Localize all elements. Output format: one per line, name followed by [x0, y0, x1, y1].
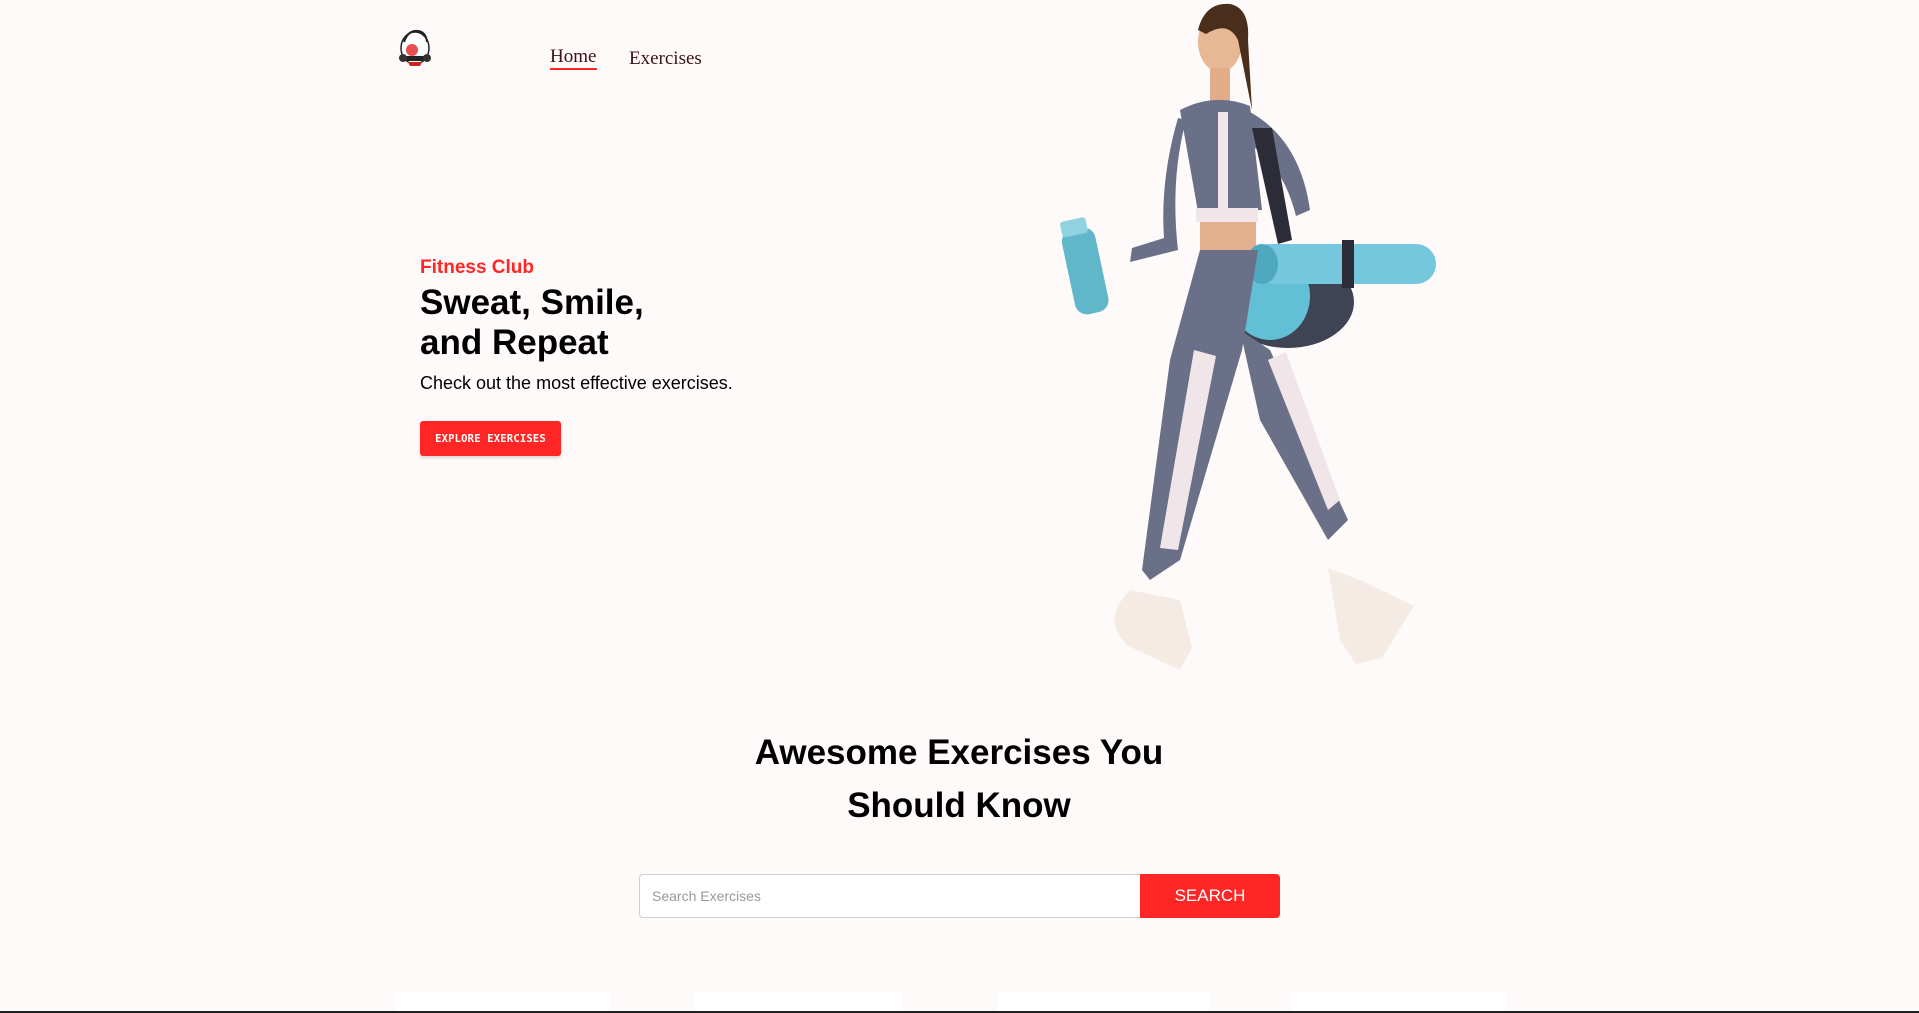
- explore-exercises-button[interactable]: EXPLORE EXERCISES: [420, 421, 561, 456]
- search-button[interactable]: SEARCH: [1140, 874, 1280, 918]
- logo-icon[interactable]: [396, 22, 434, 68]
- search-input[interactable]: [639, 874, 1141, 918]
- hero-title-line1: Sweat, Smile,: [420, 283, 644, 322]
- active-link-underline: [550, 68, 597, 70]
- body-part-card[interactable]: [396, 992, 609, 1012]
- body-part-card[interactable]: [694, 992, 902, 1012]
- section-heading-line2: Should Know: [847, 786, 1071, 825]
- section-heading: Awesome Exercises You Should Know: [659, 726, 1259, 832]
- hero-banner-image: [1010, 0, 1440, 690]
- hero-title-line2: and Repeat: [420, 323, 609, 362]
- body-part-card[interactable]: [997, 992, 1209, 1012]
- body-part-card[interactable]: [1292, 992, 1505, 1012]
- hero-title: Sweat, Smile, and Repeat: [420, 283, 740, 363]
- hero-subtitle: Check out the most effective exercises.: [420, 373, 733, 393]
- nav-home-link[interactable]: Home: [550, 46, 596, 68]
- section-heading-line1: Awesome Exercises You: [754, 733, 1164, 772]
- nav-exercises-link[interactable]: Exercises: [629, 48, 702, 70]
- hero-tag: Fitness Club: [420, 257, 535, 278]
